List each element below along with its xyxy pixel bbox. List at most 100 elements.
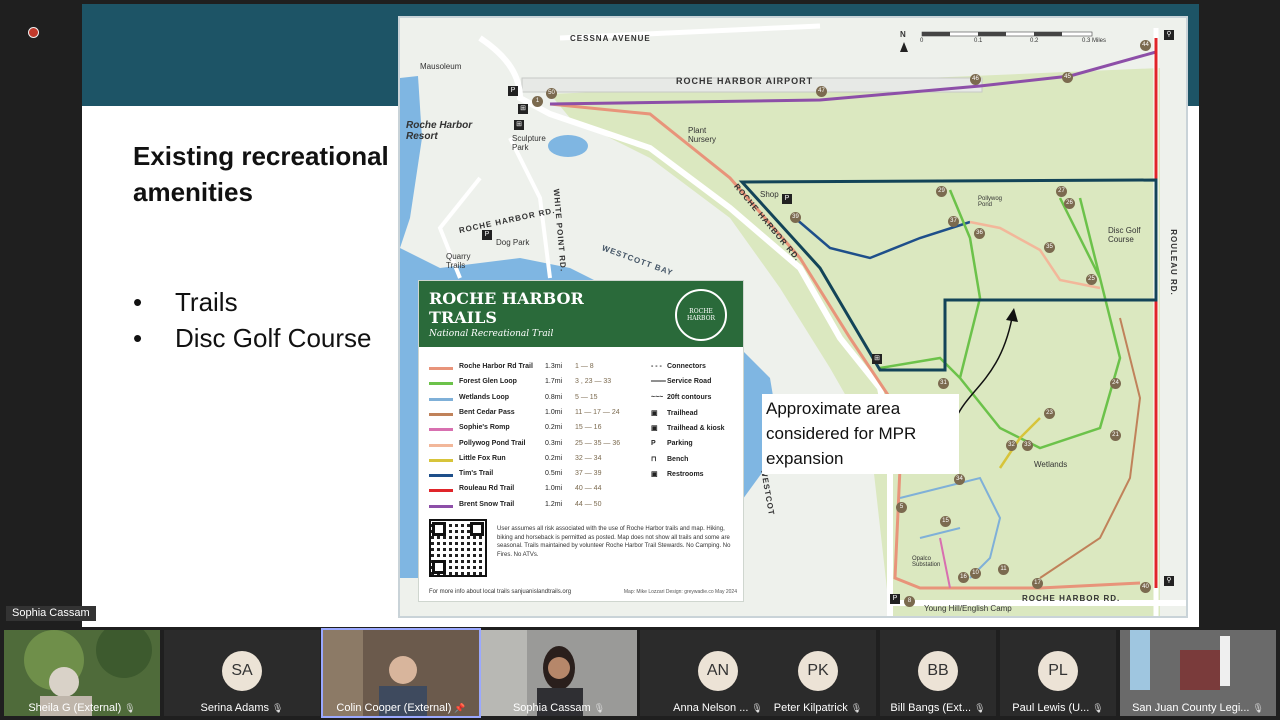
participant-name: Paul Lewis (U... 🎙 bbox=[1012, 702, 1104, 714]
north-label: N bbox=[900, 30, 906, 39]
mpr-annotation: Approximate area considered for MPR expa… bbox=[762, 394, 959, 474]
scale-tick: 0.1 bbox=[974, 38, 983, 44]
map-label-resort: Roche Harbor Resort bbox=[406, 120, 473, 142]
trail-length: 1.3mi bbox=[545, 363, 563, 370]
trail-marker: 34 bbox=[954, 474, 965, 485]
symbol-key-row: ⊓ Bench bbox=[651, 455, 688, 467]
map-label-pollywog: Pollywog Pond bbox=[978, 196, 1003, 208]
trail-length: 1.7mi bbox=[545, 378, 563, 386]
trail-marker: 31 bbox=[938, 378, 949, 389]
trail-color-swatch bbox=[429, 428, 453, 432]
symbol-key-row: ═══Service Road bbox=[651, 378, 711, 390]
map-label-nursery: Plant Nursery bbox=[688, 126, 717, 144]
symbol-icon: ▣ bbox=[651, 409, 658, 417]
avatar: PL bbox=[1038, 651, 1078, 691]
map-legend: ROCHE HARBOR TRAILS National Recreationa… bbox=[418, 280, 744, 602]
participant-name: Peter Kilpatrick 🎙 bbox=[773, 702, 863, 714]
trail-markers: 11 — 17 — 24 bbox=[575, 408, 620, 416]
symbol-key-row: ▣ Trailhead & kiosk bbox=[651, 424, 725, 436]
trail-markers: 15 — 16 bbox=[575, 424, 602, 432]
trail-marker: 10 bbox=[970, 568, 981, 579]
map-label-shop: Shop bbox=[760, 190, 779, 199]
participant-tile[interactable]: San Juan County Legi... 🎙 bbox=[1120, 630, 1276, 716]
participant-tile[interactable]: BB Bill Bangs (Ext... 🎙 bbox=[880, 630, 996, 716]
map-label-quarry: Quarry Trails bbox=[446, 252, 471, 270]
trail-name: Sophie's Romp bbox=[459, 424, 510, 432]
trailhead-icon: ⊞ bbox=[872, 354, 882, 364]
trail-name: Pollywog Pond Trail bbox=[459, 439, 526, 447]
bullet-item: Trails bbox=[133, 284, 393, 320]
trail-seal-logo: ROCHE HARBOR bbox=[675, 289, 727, 341]
trail-marker: 50 bbox=[546, 88, 557, 99]
trail-marker: 32 bbox=[1006, 440, 1017, 451]
map-label-airport: ROCHE HARBOR AIRPORT bbox=[676, 76, 814, 86]
mic-muted-icon: 🎙 bbox=[1092, 703, 1104, 713]
trail-markers: 32 — 34 bbox=[575, 454, 602, 462]
hiker-icon: ⚲ bbox=[1164, 30, 1174, 40]
trail-marker: 15 bbox=[940, 516, 951, 527]
mic-muted-icon: 🎙 bbox=[1252, 703, 1264, 713]
legend-subtitle: National Recreational Trail bbox=[429, 329, 554, 339]
participant-tile[interactable]: PK Peter Kilpatrick 🎙 bbox=[760, 630, 876, 716]
trail-color-swatch bbox=[429, 367, 453, 370]
trail-marker: 47 bbox=[816, 86, 827, 97]
participant-tile[interactable]: PL Paul Lewis (U... 🎙 bbox=[1000, 630, 1116, 716]
symbol-icon: ~~~ bbox=[651, 393, 664, 401]
trail-marker: 27 bbox=[1056, 186, 1067, 197]
trail-marker: 44 bbox=[1140, 40, 1151, 51]
trail-color-swatch bbox=[429, 443, 453, 447]
trail-name: Forest Glen Loop bbox=[459, 378, 517, 386]
trail-marker: 21 bbox=[1110, 430, 1121, 441]
symbol-icon: ═══ bbox=[651, 378, 666, 386]
symbol-label: Connectors bbox=[667, 363, 706, 370]
legend-disclaimer: User assumes all risk associated with th… bbox=[497, 526, 731, 558]
mic-muted-icon: 🎙 bbox=[593, 703, 606, 713]
trail-color-swatch bbox=[429, 412, 453, 416]
participant-name: Sophia Cassam 🎙 bbox=[512, 702, 606, 714]
trail-name: Bent Cedar Pass bbox=[459, 408, 515, 416]
trail-marker: 25 bbox=[1086, 274, 1097, 285]
trail-marker: 37 bbox=[948, 216, 959, 227]
trailhead-icon: ⊞ bbox=[518, 104, 528, 114]
participant-tile[interactable]: Colin Cooper (External) 📌 bbox=[321, 628, 481, 718]
trail-color-swatch bbox=[429, 382, 453, 386]
symbol-key-row: ▣ Trailhead bbox=[651, 409, 698, 421]
symbol-icon: ▣ bbox=[651, 425, 658, 433]
slide-bullet-list: Trails Disc Golf Course bbox=[133, 284, 393, 356]
mic-muted-icon: 🎙 bbox=[850, 703, 863, 713]
trail-name: Little Fox Run bbox=[459, 454, 506, 462]
participant-tile[interactable]: SA Serina Adams 🎙 bbox=[164, 630, 320, 716]
symbol-label: Restrooms bbox=[667, 471, 704, 479]
trail-marker: 16 bbox=[958, 572, 969, 583]
map-label-mausoleum: Mausoleum bbox=[420, 62, 462, 71]
symbol-label: Trailhead bbox=[667, 409, 698, 417]
trail-marker: 40 bbox=[1140, 582, 1151, 593]
trail-marker: 35 bbox=[1044, 242, 1055, 253]
symbol-key-row: ~~~ 20ft contours bbox=[651, 394, 711, 406]
trail-markers: 3 , 23 — 33 bbox=[575, 378, 612, 386]
map-label-young-hill: Young Hill/English Camp bbox=[924, 604, 1012, 613]
hiker-icon: ⚲ bbox=[1164, 576, 1174, 586]
mic-muted-icon: 🎙 bbox=[124, 703, 136, 713]
parking-icon: P bbox=[508, 86, 518, 96]
seal-text: ROCHE HARBOR bbox=[686, 308, 716, 322]
avatar: SA bbox=[222, 651, 262, 691]
trail-name: Brent Snow Trail bbox=[459, 500, 515, 508]
slide-title: Existing recreational amenities bbox=[133, 141, 389, 207]
restroom-icon: ⊞ bbox=[514, 120, 524, 130]
scale-tick: 0 bbox=[920, 38, 924, 44]
parking-icon: P bbox=[482, 230, 492, 240]
participant-tile[interactable]: Sophia Cassam 🎙 bbox=[481, 630, 637, 716]
trail-length: 0.2mi bbox=[545, 454, 563, 462]
mic-muted-icon: 🎙 bbox=[974, 703, 986, 713]
avatar: PK bbox=[798, 651, 838, 691]
trail-marker: 45 bbox=[1062, 72, 1073, 83]
symbol-key-row: ▣ Restrooms bbox=[651, 470, 704, 482]
participant-name: Sheila G (External) 🎙 bbox=[28, 702, 136, 714]
participant-tile[interactable]: Sheila G (External) 🎙 bbox=[4, 630, 160, 716]
symbol-icon: P bbox=[651, 439, 656, 447]
legend-credit: Map: Mike Lozzari Design: greywadie.co M… bbox=[623, 589, 737, 595]
scale-tick: 0.3 Miles bbox=[1082, 38, 1107, 44]
trail-markers: 44 — 50 bbox=[575, 500, 602, 508]
map-label-rouleau: ROULEAU RD. bbox=[1168, 229, 1178, 296]
